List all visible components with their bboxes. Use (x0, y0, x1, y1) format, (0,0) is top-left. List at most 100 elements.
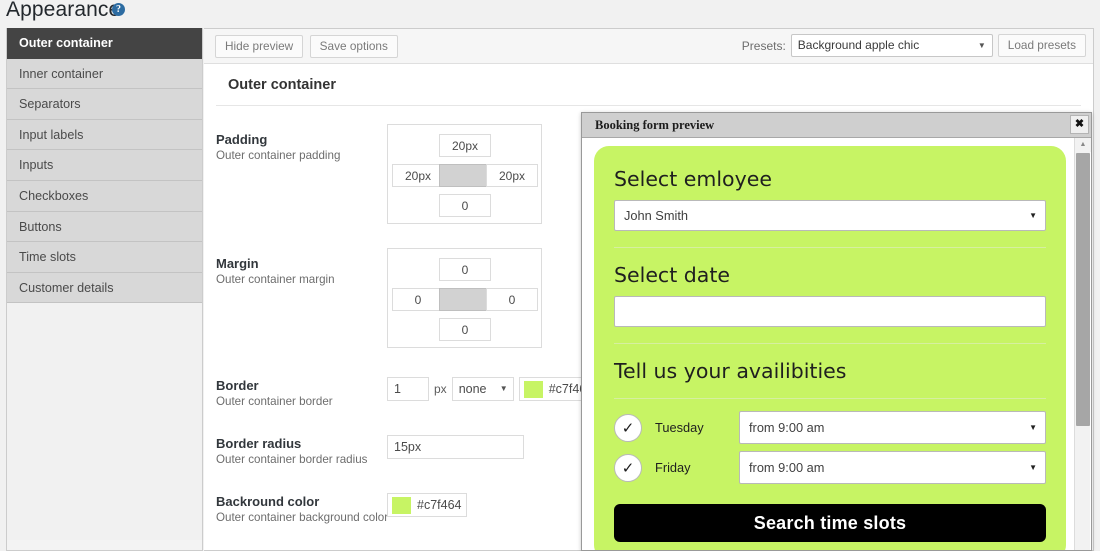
hide-preview-button[interactable]: Hide preview (215, 35, 303, 58)
chevron-down-icon: ▼ (1029, 452, 1037, 483)
checkbox-tuesday[interactable]: ✓ (614, 414, 642, 442)
preview-title-bar: Booking form preview ✖ (582, 113, 1091, 138)
border-style-value: none (459, 382, 487, 396)
padding-left-input[interactable] (392, 164, 444, 187)
presets-label: Presets: (742, 39, 786, 53)
sidebar-item-label: Separators (19, 97, 81, 111)
chevron-down-icon: ▼ (1029, 412, 1037, 443)
padding-right-input[interactable] (486, 164, 538, 187)
check-icon: ✓ (622, 459, 635, 477)
sidebar-item-separators[interactable]: Separators (7, 89, 202, 120)
separator (614, 247, 1046, 248)
presets-dropdown[interactable]: Background apple chic ▼ (791, 34, 993, 57)
page-title: Appearance (6, 0, 120, 22)
sidebar-item-input-labels[interactable]: Input labels (7, 120, 202, 151)
toolbar: Hide preview Save options Presets: Backg… (204, 29, 1093, 64)
sidebar-item-label: Time slots (19, 250, 76, 264)
sidebar-item-label: Customer details (19, 281, 114, 295)
load-presets-button[interactable]: Load presets (998, 34, 1086, 57)
day-label-tuesday: Tuesday (655, 420, 739, 435)
sidebar-item-label: Inner container (19, 67, 103, 81)
padding-top-input[interactable] (439, 134, 491, 157)
color-swatch-icon (524, 381, 543, 398)
close-icon[interactable]: ✖ (1070, 115, 1089, 134)
employee-selected-value: John Smith (624, 208, 688, 223)
toolbar-left-group: Hide preview Save options (215, 35, 398, 58)
field-border-radius-labels: Border radius Outer container border rad… (216, 436, 391, 467)
sidebar-item-label: Inputs (19, 158, 53, 172)
checkbox-friday[interactable]: ✓ (614, 454, 642, 482)
date-input[interactable] (614, 296, 1046, 327)
check-icon: ✓ (622, 419, 635, 437)
time-value-friday: from 9:00 am (749, 460, 824, 475)
margin-right-input[interactable] (486, 288, 538, 311)
margin-left-input[interactable] (392, 288, 444, 311)
background-color-field[interactable]: #c7f464 (387, 493, 467, 517)
preview-scrollbar-thumb[interactable] (1076, 153, 1090, 426)
sidebar-item-label: Input labels (19, 128, 83, 142)
select-date-heading: Select date (614, 262, 1046, 288)
sidebar: Outer container Inner container Separato… (6, 28, 203, 551)
border-style-dropdown[interactable]: none ▼ (452, 377, 514, 401)
margin-box-model (387, 248, 542, 348)
booking-card: Select emloyee John Smith ▼ Select date … (594, 146, 1066, 550)
field-label: Backround color (216, 494, 391, 509)
field-margin-labels: Margin Outer container margin (216, 256, 391, 287)
background-color-hex: #c7f464 (417, 498, 461, 512)
availabilities-heading: Tell us your availibities (614, 358, 1046, 384)
availability-row: ✓ Friday from 9:00 am ▼ (614, 451, 1046, 484)
field-padding-labels: Padding Outer container padding (216, 132, 391, 163)
field-description: Outer container padding (216, 148, 391, 163)
sidebar-item-customer-details[interactable]: Customer details (7, 273, 202, 304)
search-time-slots-button[interactable]: Search time slots (614, 504, 1046, 542)
field-description: Outer container background color (216, 510, 391, 525)
time-dropdown-friday[interactable]: from 9:00 am ▼ (739, 451, 1046, 484)
time-dropdown-tuesday[interactable]: from 9:00 am ▼ (739, 411, 1046, 444)
toolbar-right-group: Presets: Background apple chic ▼ Load pr… (742, 34, 1086, 57)
margin-bottom-input[interactable] (439, 318, 491, 341)
availability-row: ✓ Tuesday from 9:00 am ▼ (614, 411, 1046, 444)
sidebar-item-inputs[interactable]: Inputs (7, 150, 202, 181)
chevron-down-icon: ▼ (1029, 201, 1037, 230)
sidebar-item-checkboxes[interactable]: Checkboxes (7, 181, 202, 212)
border-unit-label: px (434, 382, 447, 396)
page-title-bar: Appearance ? (0, 0, 1100, 26)
sidebar-item-label: Outer container (19, 36, 113, 50)
presets-selected-value: Background apple chic (798, 38, 919, 52)
sidebar-item-outer-container[interactable]: Outer container (7, 28, 202, 59)
section-heading: Outer container (216, 64, 1081, 106)
chevron-down-icon: ▼ (978, 35, 986, 56)
chevron-down-icon: ▼ (500, 378, 508, 400)
preview-title: Booking form preview (582, 113, 1091, 138)
preview-scrollbar-track[interactable]: ▲ (1074, 138, 1090, 550)
appearance-page: Appearance ? Outer container Inner conta… (0, 0, 1100, 551)
padding-box-model (387, 124, 542, 224)
help-icon[interactable]: ? (112, 3, 125, 16)
margin-box-center (439, 288, 491, 311)
sidebar-item-inner-container[interactable]: Inner container (7, 59, 202, 90)
color-swatch-icon (392, 497, 411, 514)
field-label: Padding (216, 132, 391, 147)
field-label: Border (216, 378, 391, 393)
border-radius-input[interactable] (387, 435, 524, 459)
padding-box-center (439, 164, 491, 187)
save-options-button[interactable]: Save options (310, 35, 398, 58)
field-description: Outer container border radius (216, 452, 391, 467)
padding-bottom-input[interactable] (439, 194, 491, 217)
scroll-up-arrow-icon[interactable]: ▲ (1075, 138, 1091, 152)
margin-top-input[interactable] (439, 258, 491, 281)
separator (614, 398, 1046, 399)
field-description: Outer container border (216, 394, 391, 409)
field-border-labels: Border Outer container border (216, 378, 391, 409)
field-background-color-labels: Backround color Outer container backgrou… (216, 494, 391, 525)
sidebar-item-time-slots[interactable]: Time slots (7, 242, 202, 273)
sidebar-item-label: Buttons (19, 220, 62, 234)
select-employee-heading: Select emloyee (614, 166, 1046, 192)
sidebar-item-buttons[interactable]: Buttons (7, 212, 202, 243)
day-label-friday: Friday (655, 460, 739, 475)
sidebar-item-label: Checkboxes (19, 189, 88, 203)
preview-body: Select emloyee John Smith ▼ Select date … (582, 138, 1091, 550)
employee-dropdown[interactable]: John Smith ▼ (614, 200, 1046, 231)
field-label: Border radius (216, 436, 391, 451)
border-width-input[interactable] (387, 377, 429, 401)
